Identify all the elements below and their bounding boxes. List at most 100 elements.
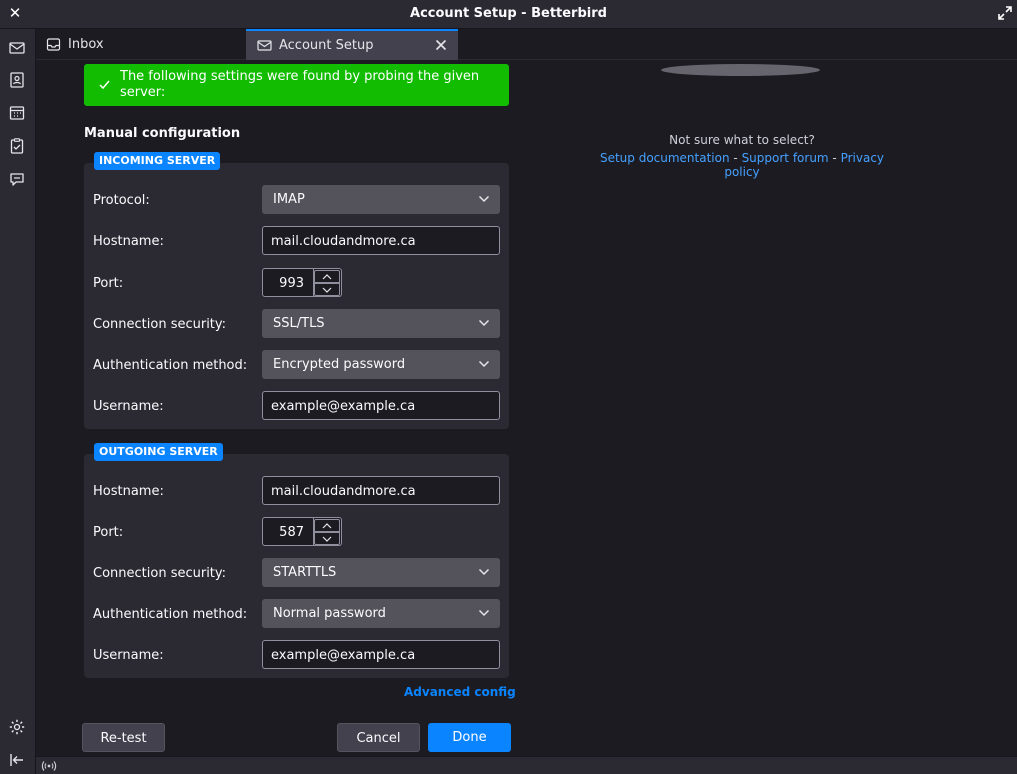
auth-label: Authentication method: (93, 358, 248, 373)
window-title: Account Setup - Betterbird (410, 6, 607, 21)
support-forum-link[interactable]: Support forum (742, 151, 829, 165)
settings-gear-icon[interactable] (8, 718, 26, 736)
spaces-toolbar (0, 29, 36, 774)
success-banner: The following settings were found by pro… (84, 64, 509, 106)
protocol-value: IMAP (273, 192, 305, 207)
chevron-down-icon (478, 568, 490, 576)
port-value[interactable]: 587 (262, 517, 314, 546)
tab-bar: Inbox Account Setup (36, 29, 1017, 60)
advanced-config-link[interactable]: Advanced config (404, 685, 516, 699)
outgoing-username-row: Username: example@example.ca (84, 640, 509, 670)
hostname-value: mail.cloudandmore.ca (271, 484, 416, 499)
incoming-server-section: INCOMING SERVER Protocol: IMAP Hostname:… (84, 152, 509, 429)
inbox-tray-icon (46, 38, 61, 51)
protocol-label: Protocol: (93, 193, 150, 208)
outgoing-server-section: OUTGOING SERVER Hostname: mail.cloudandm… (84, 443, 509, 678)
maximize-icon[interactable] (998, 6, 1012, 20)
incoming-hostname-row: Hostname: mail.cloudandmore.ca (84, 226, 509, 256)
title-bar: ✕ Account Setup - Betterbird (0, 0, 1017, 29)
setup-documentation-link[interactable]: Setup documentation (600, 151, 730, 165)
help-question: Not sure what to select? (669, 133, 815, 147)
auth-label: Authentication method: (93, 607, 248, 622)
incoming-username-row: Username: example@example.ca (84, 391, 509, 421)
online-status-icon[interactable] (41, 759, 57, 773)
link-separator: - (729, 151, 742, 165)
outgoing-hostname-input[interactable]: mail.cloudandmore.ca (262, 476, 500, 505)
help-links: Setup documentation - Support forum - Pr… (582, 151, 902, 179)
username-label: Username: (93, 399, 164, 414)
incoming-hostname-input[interactable]: mail.cloudandmore.ca (262, 226, 500, 255)
incoming-username-input[interactable]: example@example.ca (262, 391, 500, 420)
retest-button[interactable]: Re-test (82, 723, 165, 752)
incoming-auth-row: Authentication method: Encrypted passwor… (84, 350, 509, 380)
incoming-protocol-row: Protocol: IMAP (84, 185, 509, 215)
tab-account-setup[interactable]: Account Setup (246, 29, 458, 60)
checkmark-icon (99, 80, 110, 90)
outgoing-auth-select[interactable]: Normal password (262, 599, 500, 628)
hostname-label: Hostname: (93, 234, 164, 249)
tab-label: Inbox (68, 37, 104, 52)
incoming-port-row: Port: 993 (84, 268, 509, 298)
port-value[interactable]: 993 (262, 268, 314, 297)
security-label: Connection security: (93, 317, 227, 332)
outgoing-port-row: Port: 587 (84, 517, 509, 547)
hostname-label: Hostname: (93, 484, 164, 499)
account-setup-content: The following settings were found by pro… (37, 61, 1017, 756)
incoming-auth-select[interactable]: Encrypted password (262, 350, 500, 379)
outgoing-auth-row: Authentication method: Normal password (84, 599, 509, 629)
banner-text: The following settings were found by pro… (120, 69, 480, 100)
outgoing-legend: OUTGOING SERVER (94, 443, 223, 461)
incoming-protocol-select[interactable]: IMAP (262, 185, 500, 214)
collapse-sidebar-icon[interactable] (8, 751, 26, 769)
security-value: STARTTLS (273, 565, 337, 580)
port-label: Port: (93, 525, 124, 540)
loading-placeholder (661, 64, 820, 76)
tab-inbox[interactable]: Inbox (36, 29, 246, 60)
chevron-up-icon (322, 274, 332, 280)
chevron-down-icon (478, 360, 490, 368)
chevron-down-icon (322, 287, 332, 293)
outgoing-port-stepper[interactable]: 587 (262, 517, 342, 546)
outgoing-username-input[interactable]: example@example.ca (262, 640, 500, 669)
increment-button[interactable] (314, 270, 340, 283)
chat-icon[interactable] (8, 170, 26, 188)
incoming-security-select[interactable]: SSL/TLS (262, 309, 500, 338)
username-label: Username: (93, 648, 164, 663)
hostname-value: mail.cloudandmore.ca (271, 234, 416, 249)
calendar-icon[interactable] (8, 104, 26, 122)
chevron-down-icon (478, 319, 490, 327)
link-separator: - (828, 151, 841, 165)
stepper-arrows (314, 268, 342, 297)
chevron-down-icon (478, 195, 490, 203)
auth-value: Encrypted password (273, 357, 406, 372)
mail-envelope-icon (257, 40, 272, 51)
status-bar (36, 756, 1017, 774)
decrement-button[interactable] (314, 532, 340, 545)
stepper-arrows (314, 517, 342, 546)
chevron-up-icon (322, 523, 332, 529)
manual-config-title: Manual configuration (84, 126, 241, 141)
decrement-button[interactable] (314, 283, 340, 296)
security-label: Connection security: (93, 566, 227, 581)
chevron-down-icon (478, 609, 490, 617)
outgoing-hostname-row: Hostname: mail.cloudandmore.ca (84, 476, 509, 506)
username-value: example@example.ca (271, 399, 416, 414)
close-tab-icon[interactable] (434, 38, 448, 52)
incoming-port-stepper[interactable]: 993 (262, 268, 342, 297)
help-panel: Not sure what to select? Setup documenta… (582, 133, 902, 179)
tasks-icon[interactable] (8, 137, 26, 155)
done-button[interactable]: Done (428, 723, 511, 752)
cancel-button[interactable]: Cancel (337, 723, 420, 752)
outgoing-security-select[interactable]: STARTTLS (262, 558, 500, 587)
chevron-down-icon (322, 536, 332, 542)
username-value: example@example.ca (271, 648, 416, 663)
address-book-icon[interactable] (8, 71, 26, 89)
increment-button[interactable] (314, 519, 340, 532)
mail-icon[interactable] (8, 39, 26, 57)
tab-label: Account Setup (279, 38, 374, 53)
security-value: SSL/TLS (273, 316, 325, 331)
auth-value: Normal password (273, 606, 386, 621)
port-label: Port: (93, 276, 124, 291)
outgoing-security-row: Connection security: STARTTLS (84, 558, 509, 588)
incoming-legend: INCOMING SERVER (94, 152, 221, 170)
